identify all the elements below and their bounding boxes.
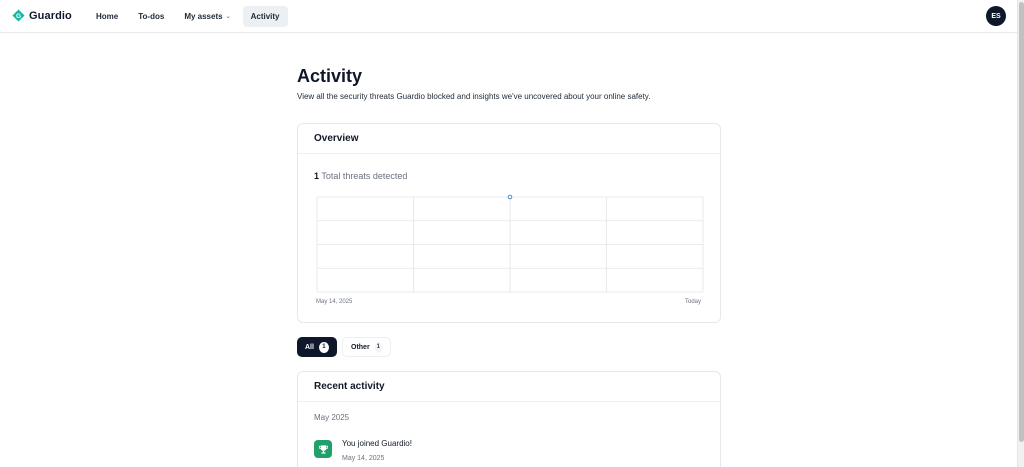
nav-item-activity[interactable]: Activity (242, 6, 288, 27)
nav-item-my-assets[interactable]: My assets ⌄ (176, 6, 238, 27)
main-nav: Home To-dos My assets ⌄ Activity (88, 6, 292, 27)
nav-label: Activity (250, 12, 280, 21)
svg-text:G: G (16, 13, 21, 20)
nav-item-home[interactable]: Home (88, 6, 126, 27)
page-scrollbar[interactable] (1017, 0, 1024, 467)
nav-label: To-dos (138, 12, 165, 21)
top-navigation: G Guardio Home To-dos My assets ⌄ Activit… (0, 0, 1017, 33)
filter-all-button[interactable]: All 1 (297, 337, 337, 357)
chart-start-date: May 14, 2025 (316, 299, 353, 305)
guardio-logo[interactable]: G Guardio (12, 9, 72, 22)
page-description: View all the security threats Guardio bl… (297, 92, 651, 101)
recent-activity-heading: Recent activity (298, 372, 720, 402)
scrollbar-thumb[interactable] (1019, 2, 1024, 442)
chart-end-date: Today (685, 299, 702, 305)
chart-data-point (507, 194, 513, 200)
activity-item-date: May 14, 2025 (342, 455, 385, 462)
chevron-down-icon: ⌄ (225, 14, 231, 20)
threats-chart (316, 194, 704, 293)
trophy-icon (314, 440, 332, 458)
avatar-initials: ES (991, 12, 1001, 20)
nav-label: Home (96, 12, 119, 21)
page-title: Activity (297, 66, 363, 86)
filter-label: All (305, 343, 314, 351)
filter-other-button[interactable]: Other 1 (342, 337, 391, 357)
filter-label: Other (351, 343, 370, 351)
month-heading: May 2025 (314, 413, 350, 422)
logo-text: Guardio (29, 9, 72, 22)
nav-item-todos[interactable]: To-dos (130, 6, 172, 27)
guardio-logo-icon: G (12, 9, 25, 22)
filter-count-badge: 1 (318, 341, 329, 353)
filter-count-badge: 1 (374, 341, 382, 353)
recent-activity-card: Recent activity May 2025 You joined Guar… (297, 371, 721, 467)
activity-item-title: You joined Guardio! (342, 439, 412, 448)
nav-label: My assets (184, 12, 223, 21)
user-avatar[interactable]: ES (986, 6, 1006, 26)
overview-card: Overview 1 Total threats detected May 14… (297, 123, 721, 323)
